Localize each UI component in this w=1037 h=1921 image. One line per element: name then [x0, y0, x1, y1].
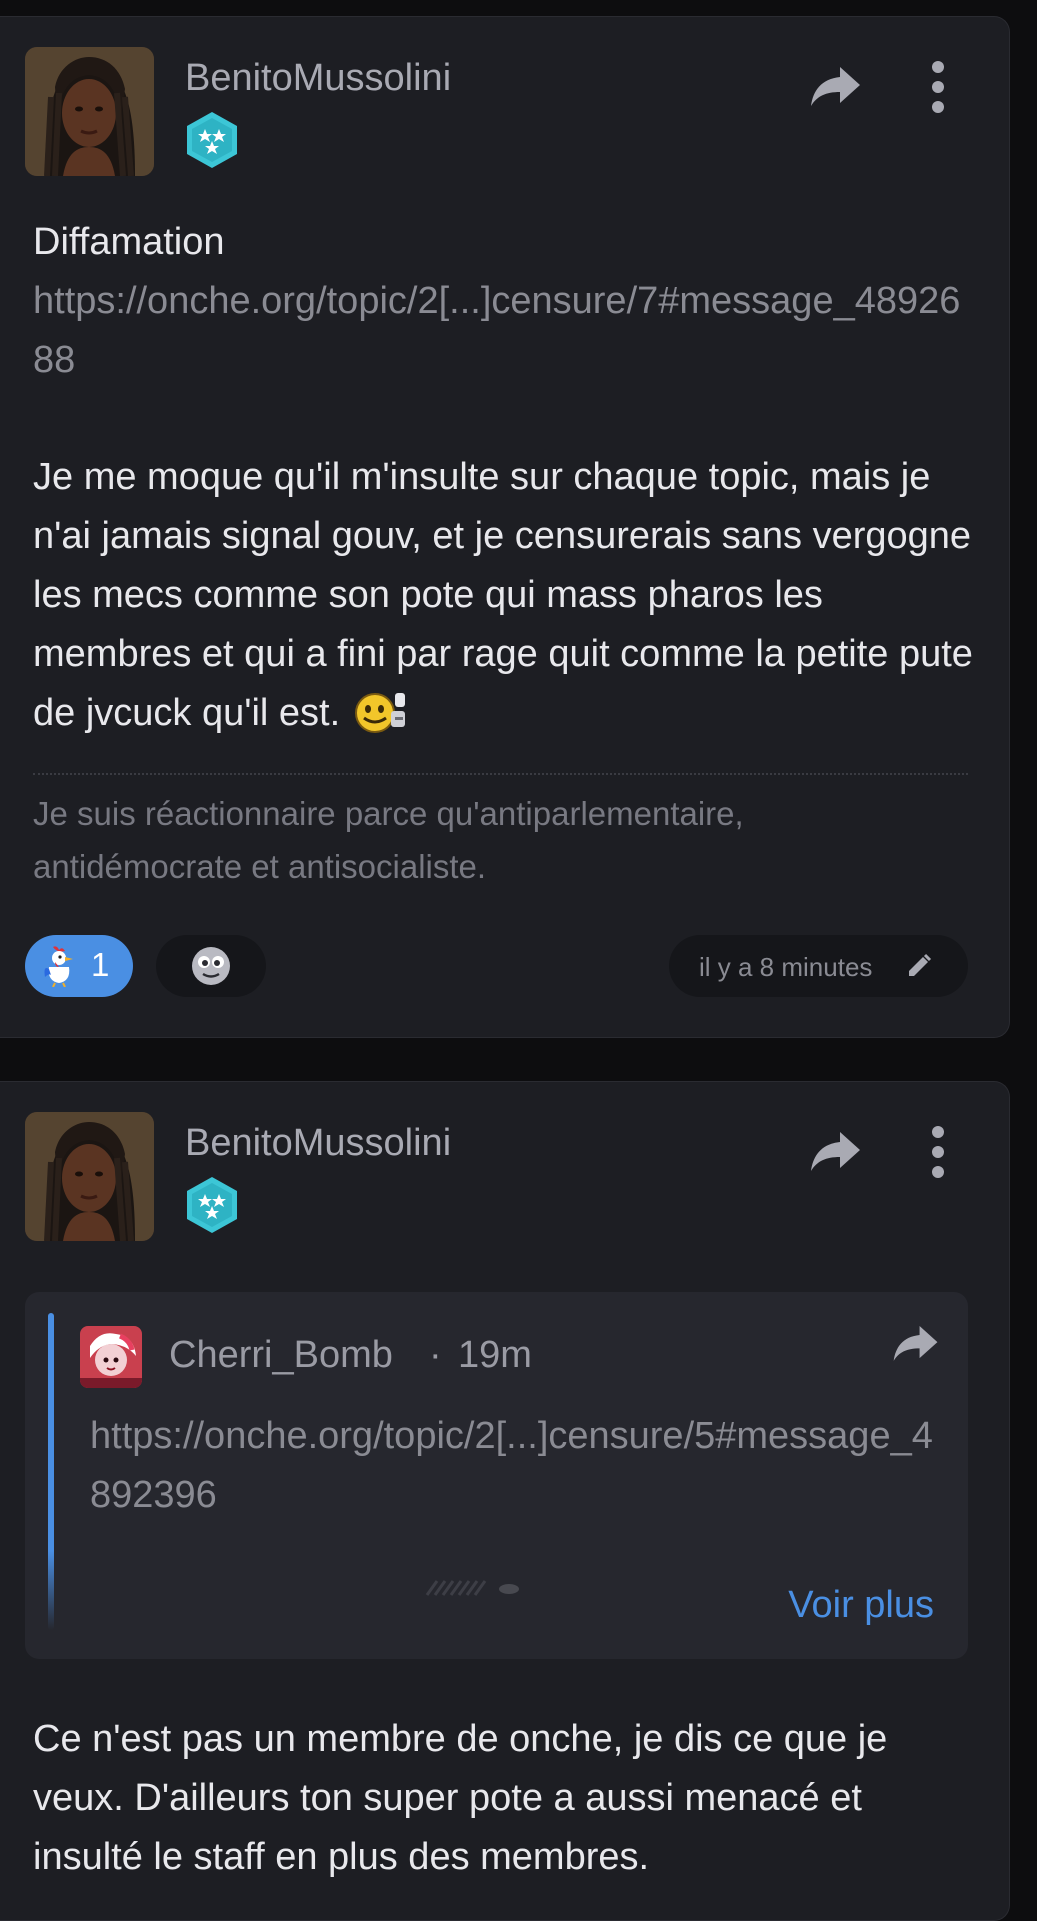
post-title: Diffamation [33, 221, 225, 263]
author-username[interactable]: BenitoMussolini [185, 57, 451, 100]
post-body-text: Je me moque qu'il m'insulte sur chaque t… [33, 456, 973, 734]
post-body: Ce n'est pas un membre de onche, je dis … [33, 1718, 888, 1878]
add-reaction-button[interactable] [156, 935, 266, 997]
post-card: BenitoMussolini Cherri_Bomb · 19m https:… [0, 1081, 1010, 1921]
post-card: BenitoMussolini Diffamation https://onch… [0, 16, 1010, 1038]
quote-author-avatar[interactable] [80, 1326, 142, 1388]
share-arrow-icon[interactable] [891, 1322, 941, 1364]
signature-divider [33, 773, 968, 775]
quote-time: 19m [458, 1334, 532, 1376]
quote-author-name[interactable]: Cherri_Bomb [169, 1334, 393, 1377]
quote-message-link[interactable]: https://onche.org/topic/2[...]censure/5#… [90, 1407, 940, 1525]
sticker-emoji-icon [351, 687, 409, 735]
rank-star-badge-icon [184, 110, 240, 170]
smiley-add-icon [189, 945, 233, 987]
more-vertical-icon[interactable] [920, 1124, 956, 1180]
more-vertical-icon[interactable] [920, 59, 956, 115]
reaction-count: 1 [91, 946, 110, 983]
share-arrow-icon[interactable] [808, 63, 864, 109]
post-body: Je me moque qu'il m'insulte sur chaque t… [33, 448, 973, 743]
author-avatar[interactable] [25, 47, 154, 176]
user-signature: Je suis réactionnaire parce qu'antiparle… [33, 795, 744, 885]
quote-accent-bar [48, 1313, 54, 1630]
quoted-message[interactable]: Cherri_Bomb · 19m https://onche.org/topi… [25, 1292, 968, 1659]
post-timestamp: il y a 8 minutes [669, 935, 968, 997]
rooster-reaction-icon [43, 945, 77, 988]
message-link[interactable]: https://onche.org/topic/2[...]censure/7#… [33, 272, 973, 390]
author-avatar[interactable] [25, 1112, 154, 1241]
reaction-button[interactable]: 1 [25, 935, 133, 997]
quote-separator: · [429, 1334, 442, 1376]
pencil-icon[interactable] [905, 952, 933, 980]
timestamp-text: il y a 8 minutes [699, 952, 873, 982]
see-more-link[interactable]: Voir plus [788, 1584, 934, 1627]
rank-star-badge-icon [184, 1175, 240, 1235]
quote-fade-overlay [425, 1577, 535, 1597]
share-arrow-icon[interactable] [808, 1128, 864, 1174]
author-username[interactable]: BenitoMussolini [185, 1122, 451, 1165]
